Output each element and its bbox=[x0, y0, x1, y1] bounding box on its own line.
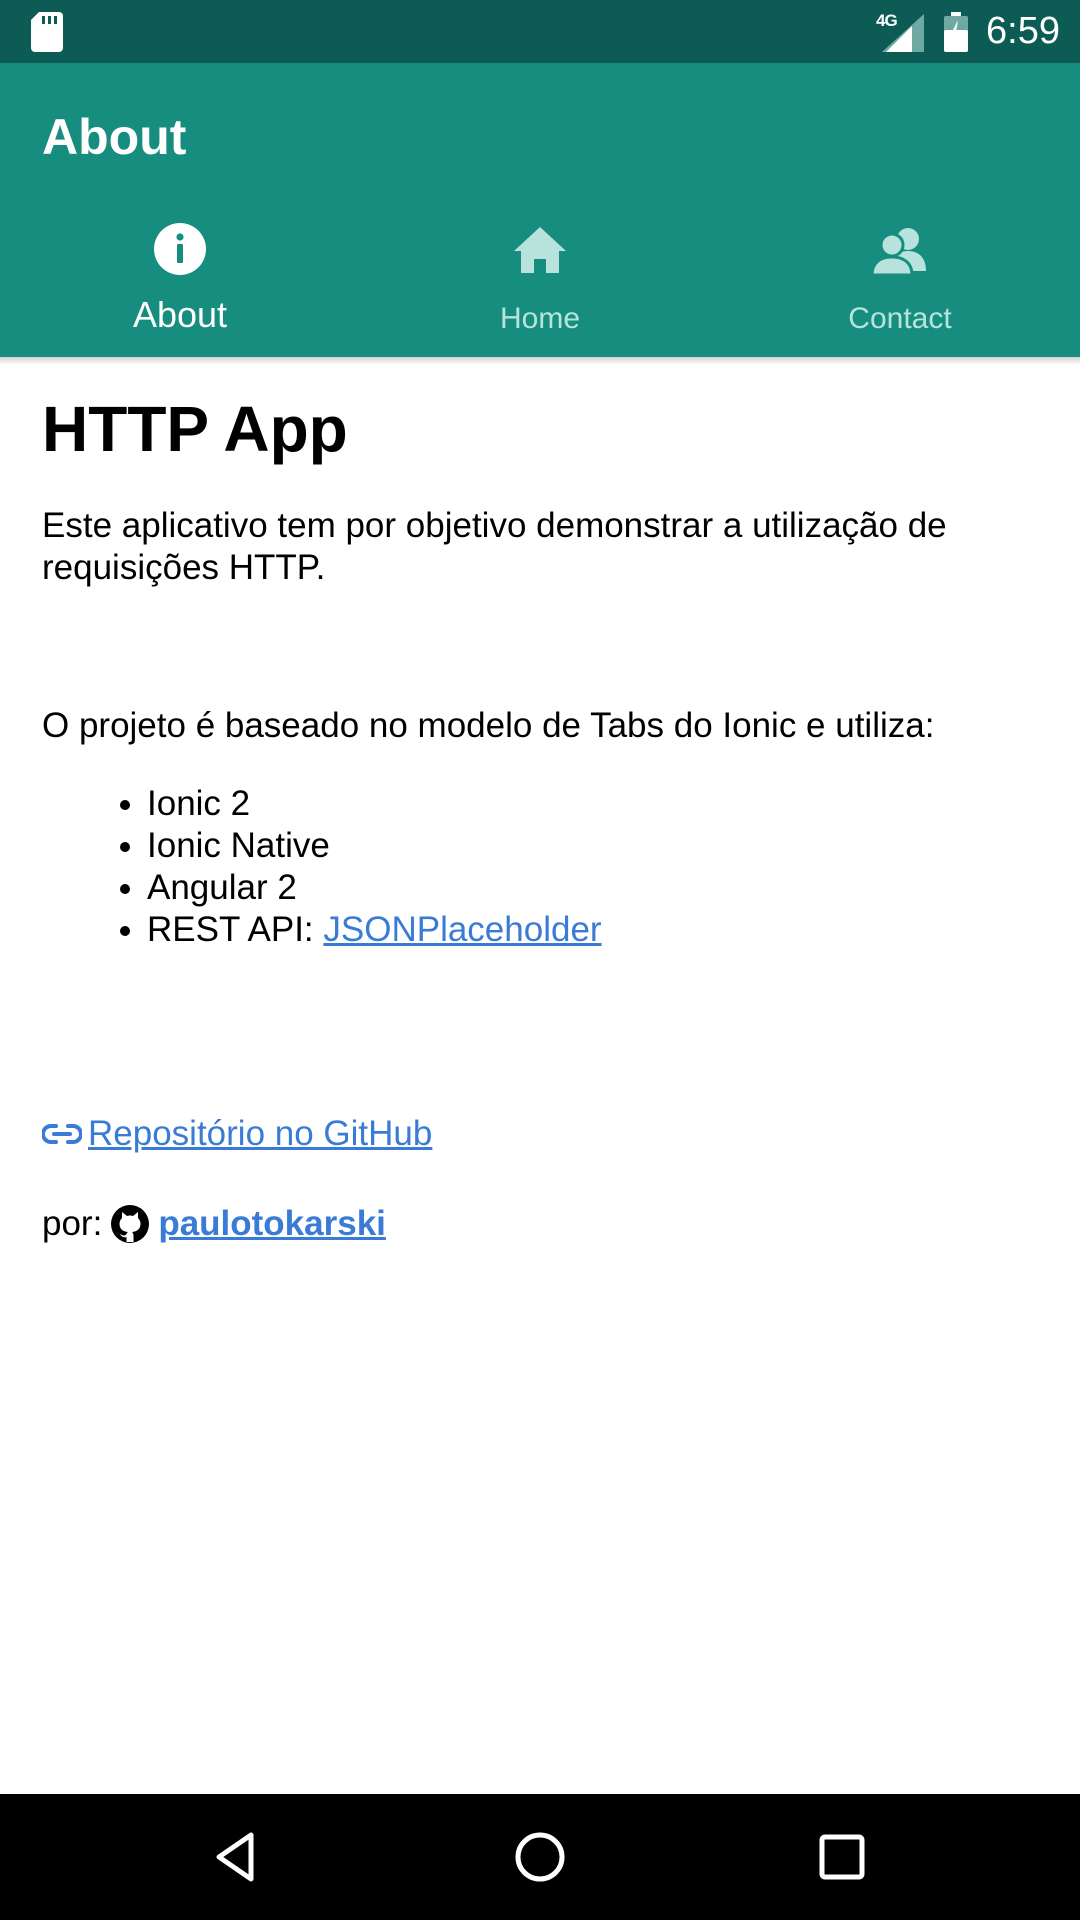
tab-contact[interactable]: Contact bbox=[720, 213, 1080, 357]
app-screen: 4G 6:59 About About Home Contact HTTP Ap… bbox=[0, 0, 1080, 1920]
network-indicator: 4G bbox=[876, 10, 925, 52]
tab-bar: About Home Contact bbox=[0, 213, 1080, 357]
battery-icon bbox=[944, 11, 969, 52]
status-bar: 4G 6:59 bbox=[0, 0, 1080, 63]
tab-about-label: About bbox=[132, 294, 228, 335]
home-circle-icon[interactable] bbox=[510, 1827, 570, 1887]
page-title: HTTP App bbox=[42, 393, 348, 465]
tech-list: Ionic 2 Ionic Native Angular 2 REST API:… bbox=[42, 783, 602, 951]
network-type: 4G bbox=[876, 10, 898, 30]
based-on-text: O projeto é baseado no modelo de Tabs do… bbox=[42, 706, 935, 745]
rest-api-label: REST API: bbox=[147, 910, 324, 949]
list-item: Ionic 2 bbox=[147, 783, 602, 825]
author-line: por: paulotokarski bbox=[42, 1203, 386, 1245]
header-shadow bbox=[0, 357, 1080, 365]
app-header: About About Home Contact bbox=[0, 63, 1080, 357]
tab-home[interactable]: Home bbox=[360, 213, 720, 357]
github-repo-link-label: Repositório no GitHub bbox=[88, 1114, 433, 1153]
tab-contact-label: Contact bbox=[848, 302, 952, 335]
list-item: REST API: JSONPlaceholder bbox=[147, 909, 602, 951]
link-icon bbox=[42, 1124, 82, 1144]
contacts-icon bbox=[870, 228, 926, 277]
github-icon bbox=[111, 1205, 150, 1243]
clock: 6:59 bbox=[986, 10, 1060, 52]
recent-apps-icon[interactable] bbox=[812, 1827, 872, 1887]
tab-home-label: Home bbox=[499, 302, 581, 335]
status-icons: 4G 6:59 bbox=[876, 0, 1060, 63]
github-repo-link[interactable]: Repositório no GitHub bbox=[42, 1113, 432, 1155]
sd-card-icon bbox=[31, 12, 63, 52]
back-icon[interactable] bbox=[209, 1827, 269, 1887]
info-icon bbox=[154, 223, 206, 275]
list-item: Ionic Native bbox=[147, 825, 602, 867]
tab-about[interactable]: About bbox=[0, 213, 360, 357]
intro-text: Este aplicativo tem por objetivo demonst… bbox=[42, 506, 947, 587]
list-item: Angular 2 bbox=[147, 867, 602, 909]
jsonplaceholder-link[interactable]: JSONPlaceholder bbox=[323, 910, 601, 949]
toolbar-title: About bbox=[42, 109, 187, 165]
author-prefix: por: bbox=[42, 1204, 103, 1243]
system-nav-bar bbox=[0, 1794, 1080, 1920]
home-icon bbox=[514, 227, 566, 273]
author-profile-link[interactable]: paulotokarski bbox=[158, 1203, 386, 1245]
